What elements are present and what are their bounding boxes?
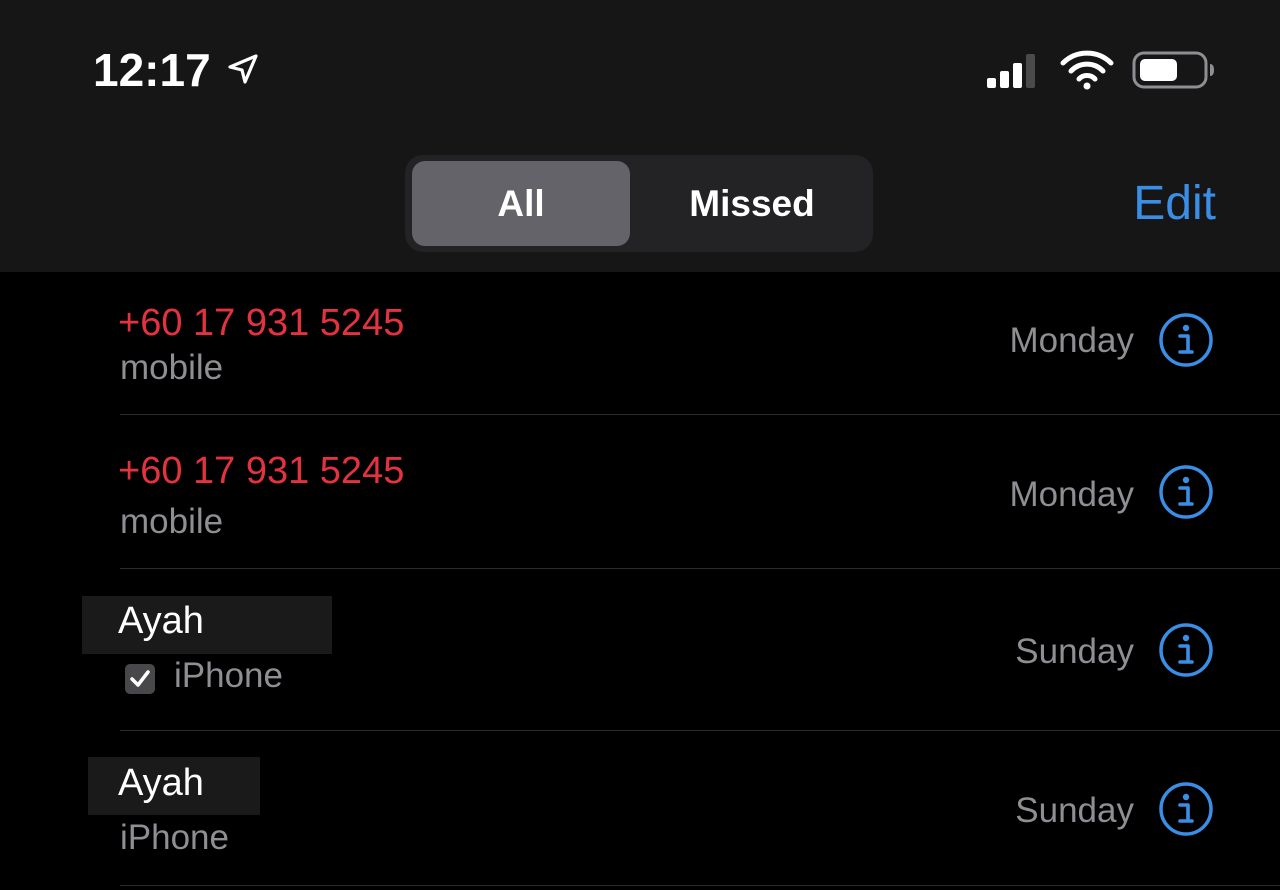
call-row[interactable]: Ayah iPhone Sunday: [0, 569, 1280, 731]
call-type: mobile: [120, 502, 224, 541]
info-icon[interactable]: [1158, 464, 1214, 520]
call-name: Ayah: [118, 762, 204, 804]
call-row[interactable]: Ayah iPhone Sunday: [0, 731, 1280, 886]
call-day: Sunday: [1015, 791, 1134, 830]
call-name: Ayah: [118, 600, 204, 642]
info-icon[interactable]: [1158, 781, 1214, 837]
location-arrow-icon: [228, 54, 258, 84]
checkbox-checked-icon: [125, 664, 155, 694]
call-filter-segmented-control: All Missed: [405, 155, 873, 252]
status-time: 12:17: [93, 44, 211, 96]
battery-icon: [1132, 51, 1214, 89]
header-area: 12:17 All Missed Edit: [0, 0, 1280, 272]
info-icon[interactable]: [1158, 312, 1214, 368]
call-type: iPhone: [174, 656, 283, 695]
call-row[interactable]: +60 17 931 5245 mobile Monday: [0, 415, 1280, 569]
segment-missed[interactable]: Missed: [637, 161, 867, 246]
segment-all[interactable]: All: [412, 161, 630, 246]
info-icon[interactable]: [1158, 622, 1214, 678]
call-type: iPhone: [120, 818, 229, 857]
wifi-icon: [1060, 50, 1114, 90]
call-day: Sunday: [1015, 632, 1134, 671]
call-row[interactable]: +60 17 931 5245 mobile Monday: [0, 272, 1280, 415]
cellular-signal-icon: [987, 54, 1035, 88]
call-type: mobile: [120, 348, 224, 387]
call-day: Monday: [1009, 321, 1134, 360]
call-day: Monday: [1009, 475, 1134, 514]
call-name: +60 17 931 5245: [118, 450, 405, 492]
edit-button[interactable]: Edit: [1133, 176, 1216, 232]
row-divider: [120, 885, 1280, 886]
call-name: +60 17 931 5245: [118, 302, 405, 344]
